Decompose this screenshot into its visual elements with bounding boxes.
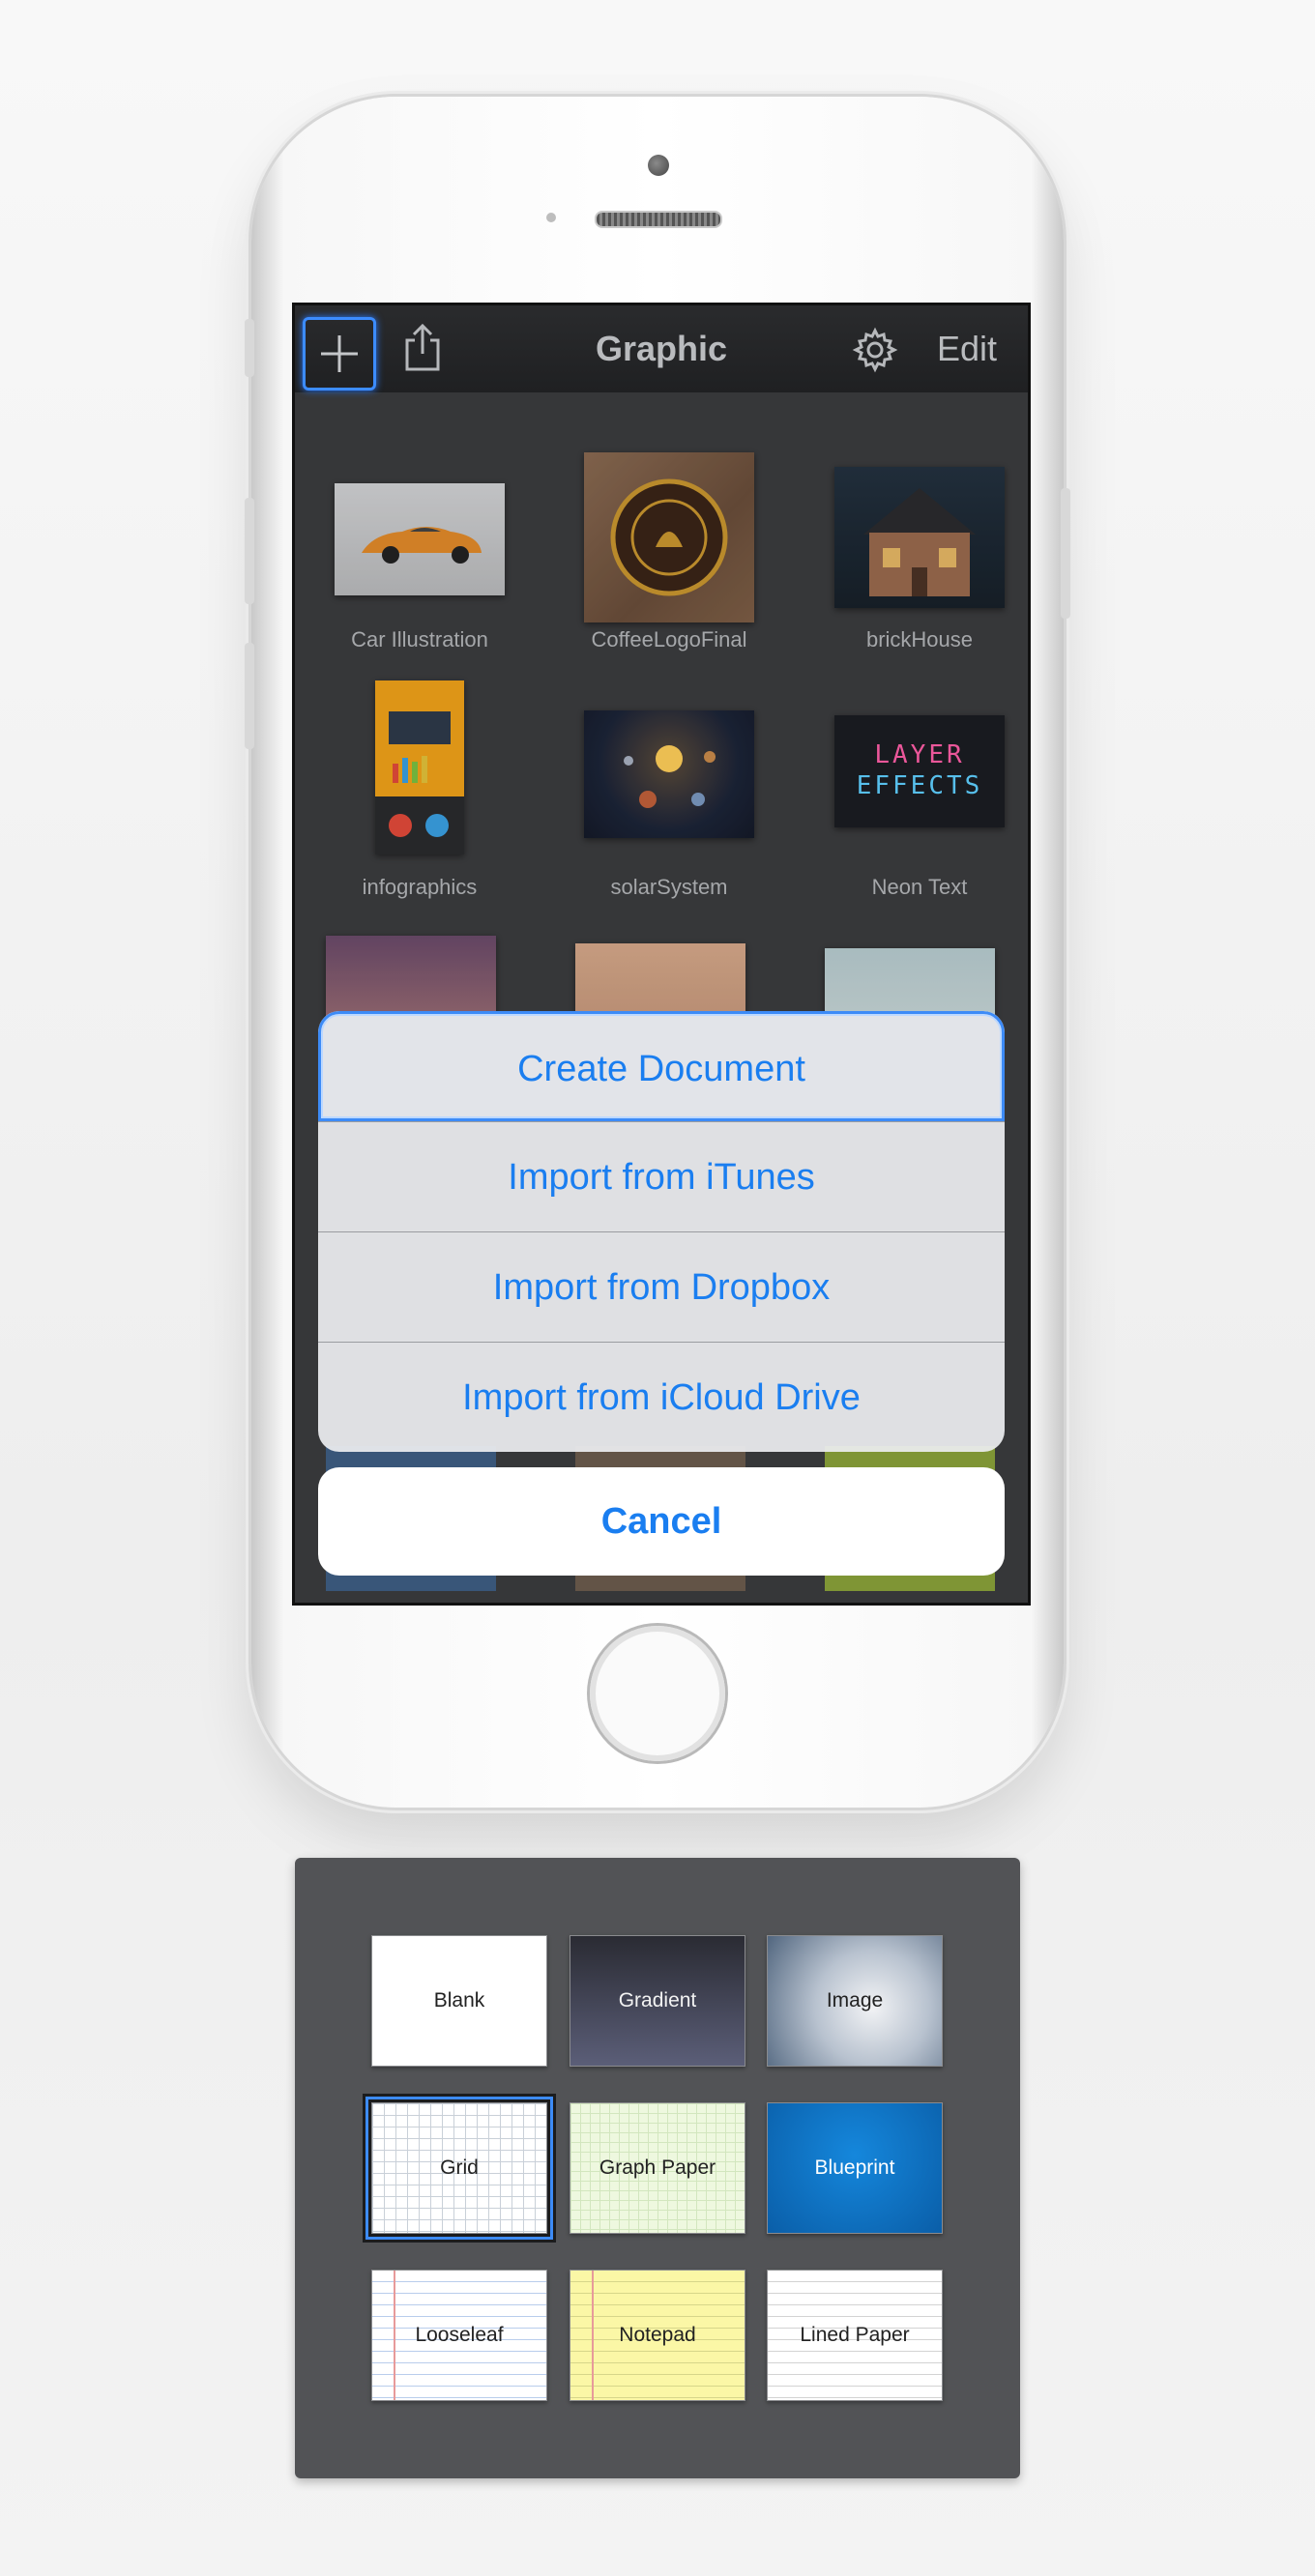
- template-notepad[interactable]: Notepad: [570, 2270, 745, 2401]
- template-label: Blank: [433, 1989, 485, 2012]
- earpiece-speaker: [595, 211, 722, 228]
- volume-down-button: [245, 643, 254, 749]
- import-icloud-button[interactable]: Import from iCloud Drive: [318, 1342, 1005, 1452]
- page-title: Graphic: [595, 329, 728, 368]
- template-lined-paper[interactable]: Lined Paper: [767, 2270, 943, 2401]
- template-graph-paper[interactable]: Graph Paper: [570, 2102, 745, 2234]
- settings-button[interactable]: [852, 327, 898, 373]
- template-blank[interactable]: Blank: [371, 1935, 547, 2067]
- proximity-sensor: [546, 213, 556, 222]
- template-label: Grid: [440, 2156, 479, 2179]
- navigation-bar: Graphic Edit: [295, 305, 1028, 392]
- front-camera: [648, 155, 669, 176]
- template-blueprint[interactable]: Blueprint: [767, 2102, 943, 2234]
- cancel-button[interactable]: Cancel: [318, 1467, 1005, 1576]
- mute-switch: [245, 319, 254, 377]
- template-label: Blueprint: [814, 2156, 895, 2179]
- template-label: Looseleaf: [415, 2324, 504, 2346]
- template-label: Graph Paper: [599, 2156, 716, 2179]
- home-button[interactable]: [590, 1626, 725, 1761]
- app-screen: Graphic Edit Car Illustration CoffeeLogo…: [292, 303, 1031, 1606]
- template-label: Lined Paper: [800, 2324, 910, 2346]
- power-button: [1061, 488, 1070, 619]
- template-image[interactable]: Image: [767, 1935, 943, 2067]
- create-document-button[interactable]: Create Document: [318, 1011, 1005, 1121]
- template-label: Notepad: [619, 2324, 696, 2346]
- import-dropbox-button[interactable]: Import from Dropbox: [318, 1231, 1005, 1343]
- template-looseleaf[interactable]: Looseleaf: [371, 2270, 547, 2401]
- template-picker-panel: Blank Gradient Image Grid Graph Paper Bl…: [295, 1858, 1020, 2478]
- template-grid[interactable]: Grid: [365, 2097, 553, 2240]
- template-gradient[interactable]: Gradient: [570, 1935, 745, 2067]
- template-label: Gradient: [618, 1989, 697, 2012]
- volume-up-button: [245, 498, 254, 604]
- template-label: Image: [826, 1989, 884, 2012]
- action-sheet: Create Document Import from iTunes Impor…: [318, 1011, 1005, 1452]
- edit-button[interactable]: Edit: [937, 329, 997, 369]
- import-itunes-button[interactable]: Import from iTunes: [318, 1121, 1005, 1232]
- gear-icon: [852, 327, 898, 373]
